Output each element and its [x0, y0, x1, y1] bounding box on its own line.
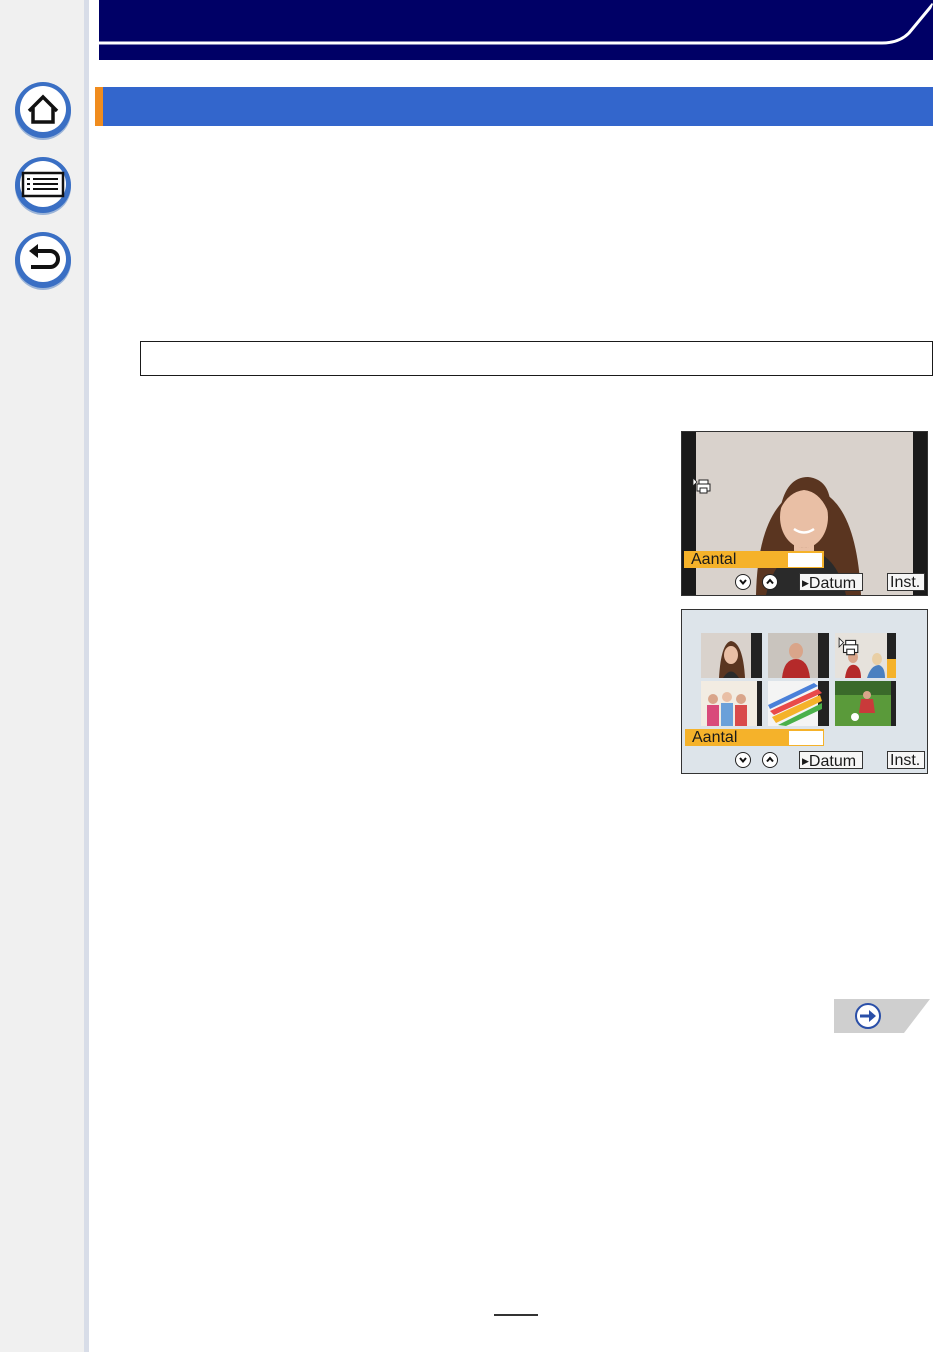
chevron-down-icon — [739, 579, 747, 586]
thumbnail-kids-group[interactable] — [701, 681, 762, 726]
aantal-bar: Aantal — [685, 729, 824, 746]
list-menu-icon — [15, 157, 71, 215]
aantal-value-field[interactable] — [789, 731, 823, 745]
aantal-label: Aantal — [692, 729, 738, 746]
chevron-up-icon — [766, 578, 774, 585]
down-button[interactable] — [735, 752, 751, 768]
aantal-bar: Aantal — [684, 551, 824, 568]
thumbnail-portrait[interactable] — [701, 633, 762, 678]
aantal-label: Aantal — [691, 551, 737, 568]
inst-button[interactable]: Inst. — [887, 751, 925, 769]
thumbnail-soccer[interactable] — [835, 681, 896, 726]
aantal-value-field[interactable] — [788, 553, 822, 567]
menu-button[interactable] — [13, 155, 73, 215]
print-set-icon — [692, 477, 711, 494]
inst-label: Inst. — [890, 574, 921, 591]
inst-label: Inst. — [890, 752, 921, 769]
section-title-bar — [95, 87, 933, 126]
inst-button[interactable]: Inst. — [887, 573, 925, 591]
home-icon — [15, 82, 71, 140]
back-arrow-icon — [15, 232, 71, 290]
up-button[interactable] — [762, 574, 778, 590]
note-box — [140, 341, 933, 376]
camera-screen-single: Aantal ▶Datum Inst. — [681, 431, 928, 596]
next-page-arrow-icon — [855, 1003, 881, 1029]
portrait-photo — [696, 432, 913, 595]
thumbnail-pencils[interactable] — [768, 681, 829, 726]
back-button[interactable] — [13, 230, 73, 290]
next-page-button[interactable] — [834, 999, 930, 1033]
page-number-underline — [494, 1314, 538, 1316]
camera-screen-multi: Aantal ▶Datum Inst. — [681, 609, 928, 774]
up-button[interactable] — [762, 752, 778, 768]
thumbnail-child-red[interactable] — [768, 633, 829, 678]
header-band — [99, 0, 933, 60]
chevron-up-icon — [766, 756, 774, 763]
play-triangle-icon: ▶ — [802, 756, 809, 766]
datum-button[interactable]: ▶Datum — [799, 751, 863, 770]
section-accent — [95, 87, 103, 126]
print-set-icon — [838, 637, 859, 656]
datum-label: Datum — [808, 753, 857, 770]
down-button[interactable] — [735, 574, 751, 590]
datum-label: Datum — [808, 575, 857, 592]
datum-button[interactable]: ▶Datum — [799, 573, 863, 592]
home-button[interactable] — [13, 80, 73, 140]
chevron-down-icon — [739, 757, 747, 764]
play-triangle-icon: ▶ — [802, 578, 809, 588]
sidebar-divider — [84, 0, 89, 1352]
